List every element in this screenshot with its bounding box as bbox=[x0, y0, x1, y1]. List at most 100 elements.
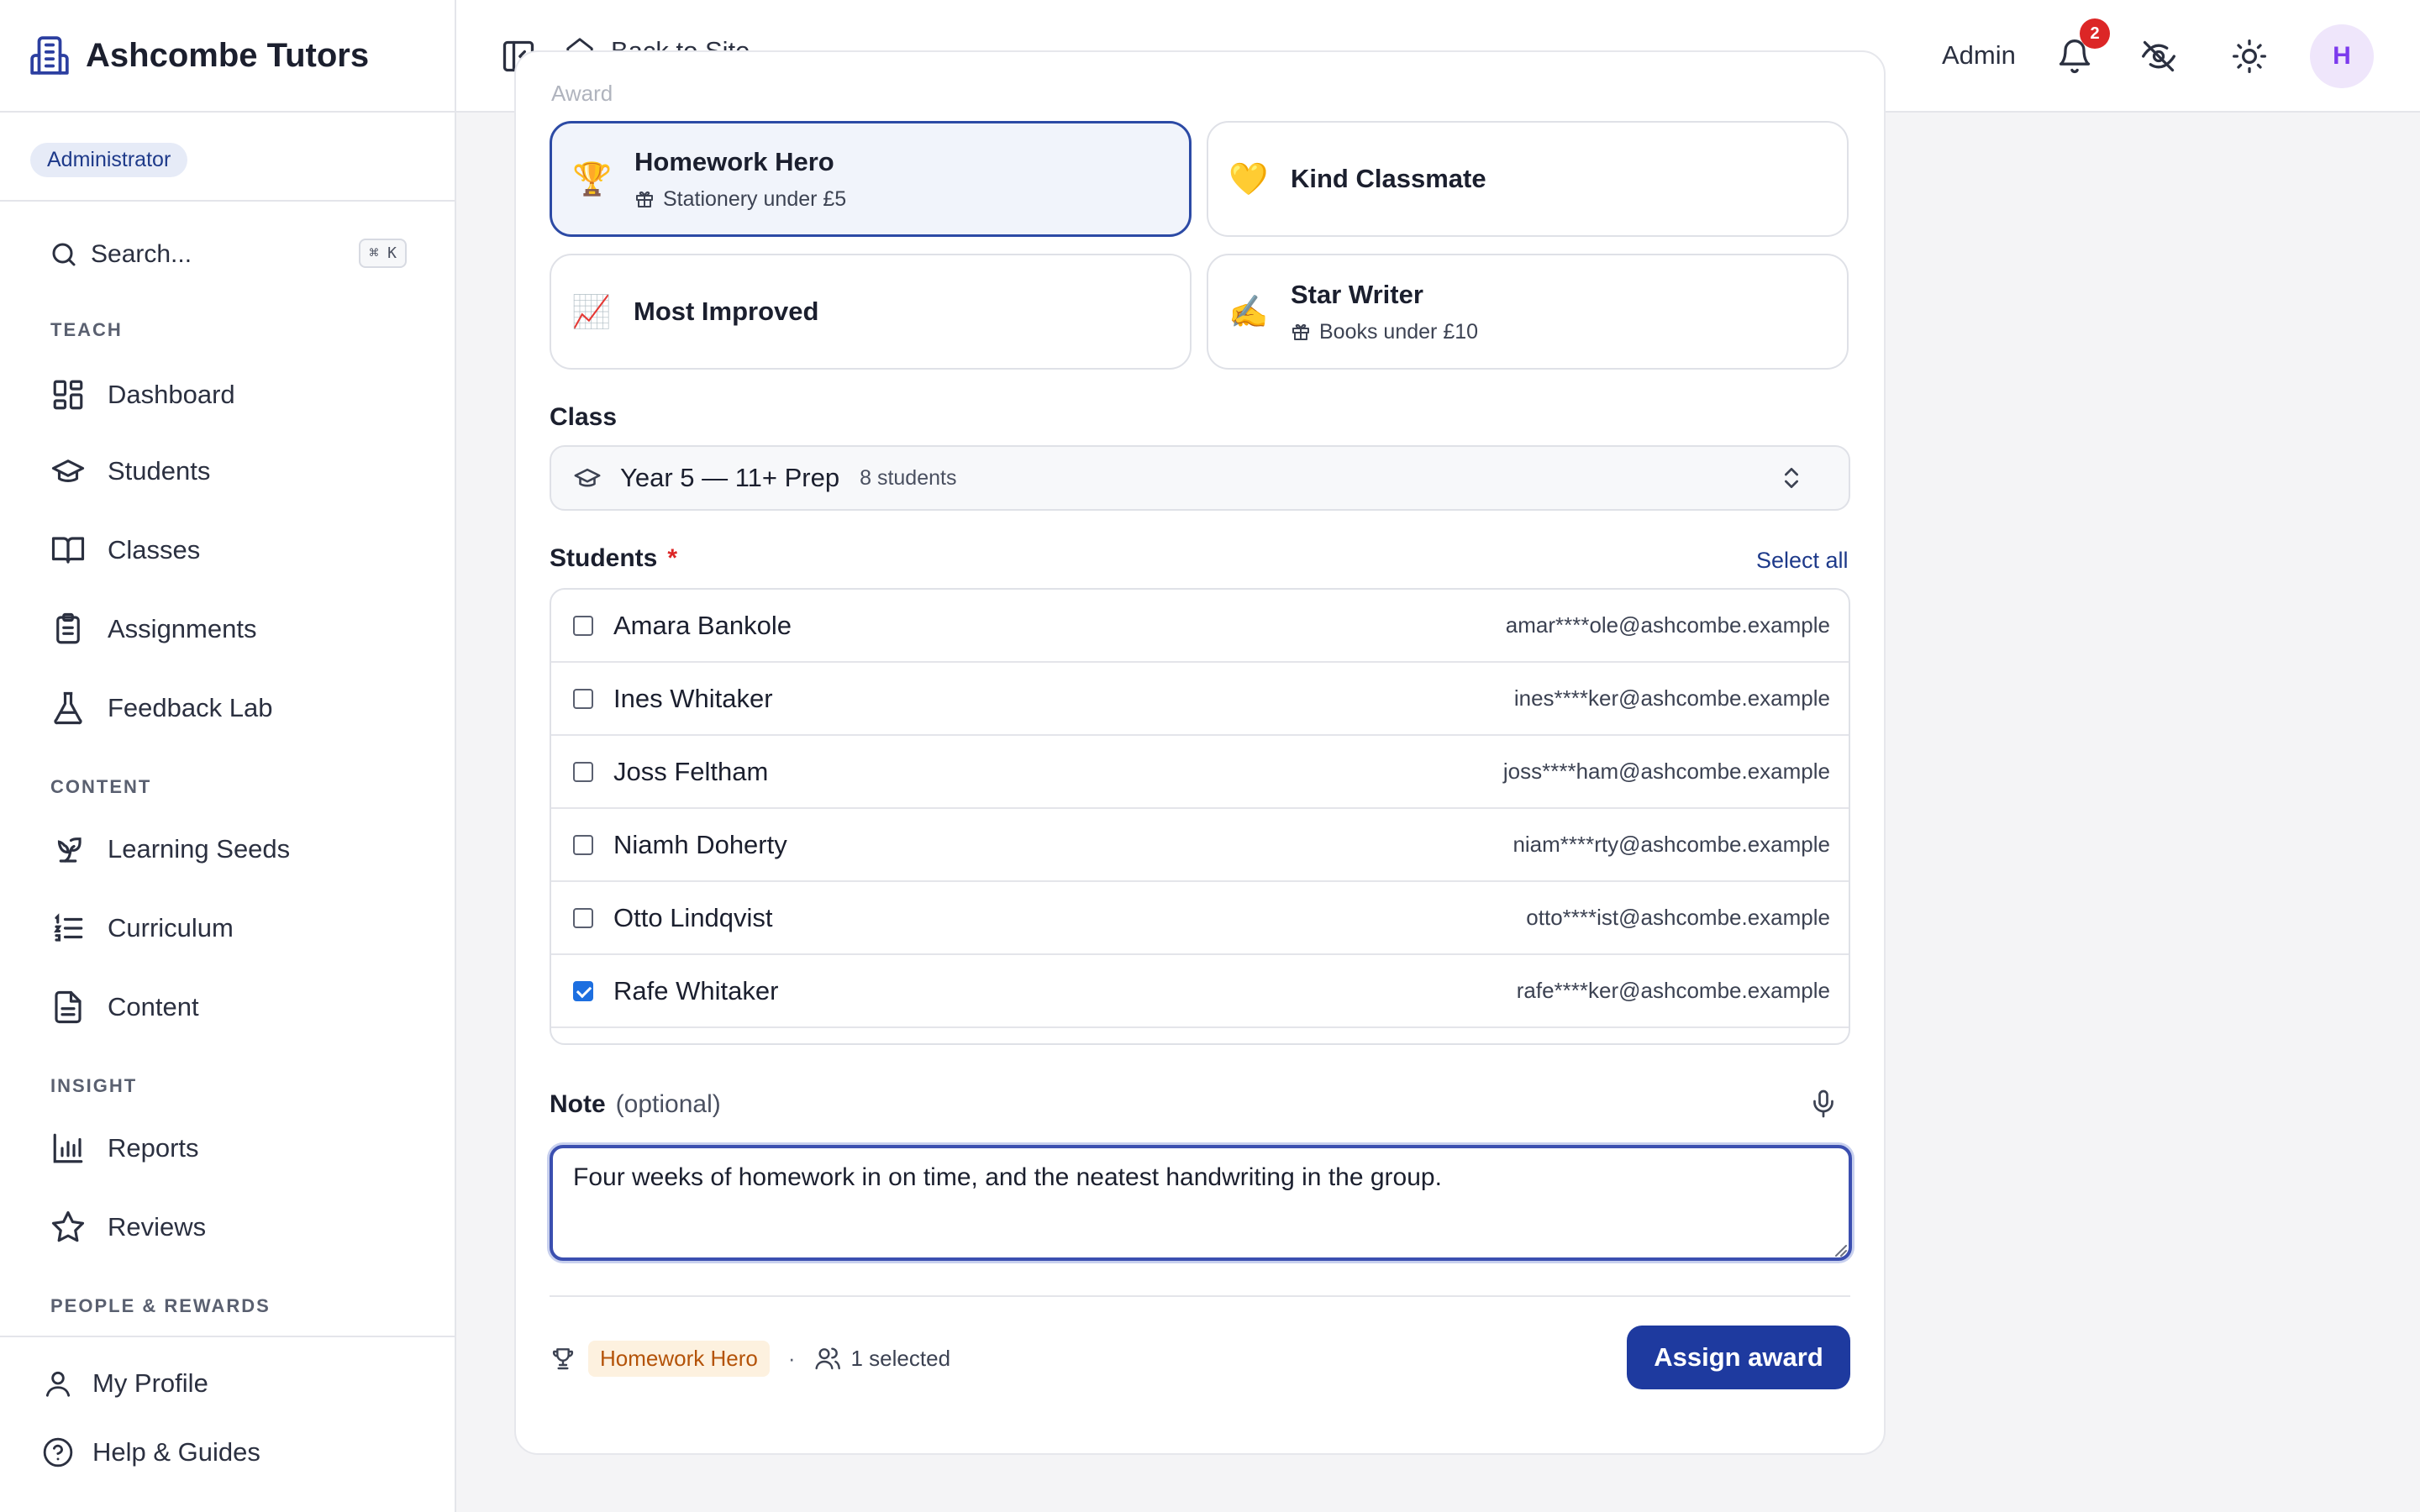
student-email: otto****ist@ashcombe.example bbox=[1526, 905, 1830, 930]
section-insight: INSIGHT bbox=[50, 1075, 138, 1096]
student-name: Niamh Doherty bbox=[613, 829, 787, 859]
book-open-icon bbox=[50, 533, 86, 568]
microphone-icon[interactable] bbox=[1808, 1089, 1839, 1119]
student-checkbox[interactable] bbox=[573, 761, 593, 782]
award-reward-label: Books under £10 bbox=[1319, 319, 1479, 344]
gift-icon bbox=[1291, 322, 1311, 342]
student-row[interactable]: Rafe Whitaker rafe****ker@ashcombe.examp… bbox=[551, 955, 1849, 1028]
sidebar-item-content[interactable]: Content bbox=[34, 975, 420, 1039]
student-name: Rafe Whitaker bbox=[613, 975, 779, 1005]
sidebar-item-my-profile[interactable]: My Profile bbox=[25, 1354, 429, 1413]
section-teach: TEACH bbox=[50, 319, 123, 340]
sidebar: Ashcombe Tutors Administrator Search... … bbox=[0, 0, 456, 1512]
students-label: Students * bbox=[550, 544, 677, 573]
award-name: Homework Hero bbox=[634, 146, 834, 176]
graduation-cap-icon bbox=[573, 464, 602, 492]
note-label: Note (optional) bbox=[550, 1090, 721, 1119]
student-email: rafe****ker@ashcombe.example bbox=[1516, 978, 1830, 1003]
brand[interactable]: Ashcombe Tutors bbox=[0, 0, 455, 113]
sidebar-item-classes[interactable]: Classes bbox=[34, 518, 420, 582]
student-checkbox[interactable] bbox=[573, 907, 593, 928]
sidebar-item-label: Content bbox=[108, 992, 199, 1021]
student-name: Amara Bankole bbox=[613, 610, 792, 640]
sidebar-item-label: Classes bbox=[108, 535, 201, 564]
resize-handle-icon[interactable] bbox=[1832, 1242, 1847, 1257]
graduation-cap-icon bbox=[50, 454, 86, 489]
student-checkbox[interactable] bbox=[573, 980, 593, 1001]
student-checkbox[interactable] bbox=[573, 615, 593, 636]
note-textarea[interactable]: Four weeks of homework in on time, and t… bbox=[550, 1145, 1852, 1261]
role-badge: Administrator bbox=[30, 143, 188, 177]
sidebar-item-curriculum[interactable]: Curriculum bbox=[34, 896, 420, 960]
clipboard-list-icon bbox=[50, 612, 86, 647]
award-name: Most Improved bbox=[634, 297, 819, 326]
sidebar-item-feedback-lab[interactable]: Feedback Lab bbox=[34, 676, 420, 740]
student-row[interactable]: Amara Bankole amar****ole@ashcombe.examp… bbox=[551, 590, 1849, 663]
student-checkbox[interactable] bbox=[573, 834, 593, 855]
selection-summary: Homework Hero · 1 selected bbox=[550, 1339, 950, 1378]
sidebar-item-dashboard[interactable]: Dashboard bbox=[34, 363, 420, 427]
class-student-count: 8 students bbox=[860, 465, 957, 490]
award-name: Star Writer bbox=[1291, 279, 1423, 309]
dashboard-icon bbox=[50, 377, 86, 412]
sidebar-item-label: Help & Guides bbox=[92, 1437, 260, 1467]
sidebar-item-help-guides[interactable]: Help & Guides bbox=[25, 1423, 429, 1482]
student-checkbox[interactable] bbox=[573, 688, 593, 709]
award-option-star-writer[interactable]: ✍️ Star Writer Books under £10 bbox=[1207, 254, 1849, 370]
search-button[interactable]: Search... ⌘ K bbox=[34, 228, 407, 281]
student-name: Joss Feltham bbox=[613, 756, 769, 786]
student-email: amar****ole@ashcombe.example bbox=[1505, 612, 1830, 638]
sidebar-item-students[interactable]: Students bbox=[34, 439, 420, 503]
sidebar-item-learning-seeds[interactable]: Learning Seeds bbox=[34, 817, 420, 881]
search-shortcut: ⌘ K bbox=[359, 239, 407, 268]
sidebar-item-label: Dashboard bbox=[108, 380, 235, 409]
class-select[interactable]: Year 5 — 11+ Prep 8 students bbox=[550, 445, 1850, 511]
sidebar-item-assignments[interactable]: Assignments bbox=[34, 597, 420, 661]
award-reward: Books under £10 bbox=[1291, 320, 1478, 344]
select-all-link[interactable]: Select all bbox=[1756, 548, 1849, 574]
class-label: Class bbox=[550, 403, 618, 431]
award-option-kind-classmate[interactable]: 💛 Kind Classmate bbox=[1207, 121, 1849, 237]
student-row[interactable]: Joss Feltham joss****ham@ashcombe.exampl… bbox=[551, 736, 1849, 809]
sidebar-item-label: Feedback Lab bbox=[108, 693, 273, 722]
sidebar-item-label: Reports bbox=[108, 1133, 199, 1163]
student-email: ines****ker@ashcombe.example bbox=[1513, 685, 1830, 711]
student-email: joss****ham@ashcombe.example bbox=[1502, 759, 1830, 784]
avatar[interactable]: H bbox=[2310, 24, 2374, 88]
help-circle-icon bbox=[42, 1436, 74, 1468]
sidebar-item-label: Reviews bbox=[108, 1212, 207, 1242]
sun-icon[interactable] bbox=[2231, 38, 2268, 75]
yellow-heart-icon: 💛 bbox=[1228, 160, 1269, 197]
eye-off-icon[interactable] bbox=[2140, 38, 2177, 75]
section-content: CONTENT bbox=[50, 776, 152, 797]
users-icon bbox=[814, 1345, 841, 1372]
sidebar-item-reports[interactable]: Reports bbox=[34, 1116, 420, 1180]
search-icon bbox=[49, 239, 79, 270]
role-section: Administrator bbox=[0, 113, 455, 202]
student-name: Ines Whitaker bbox=[613, 683, 773, 713]
sprout-icon bbox=[50, 832, 86, 867]
student-row[interactable]: Otto Lindqvist otto****ist@ashcombe.exam… bbox=[551, 882, 1849, 955]
required-mark: * bbox=[667, 544, 678, 572]
section-people-rewards: PEOPLE & REWARDS bbox=[50, 1295, 271, 1316]
student-row[interactable]: Niamh Doherty niam****rty@ashcombe.examp… bbox=[551, 809, 1849, 882]
assign-award-button[interactable]: Assign award bbox=[1627, 1326, 1850, 1389]
admin-label[interactable]: Admin bbox=[1942, 40, 2016, 71]
students-label-text: Students bbox=[550, 544, 658, 572]
user-icon bbox=[42, 1368, 74, 1399]
bar-chart-icon bbox=[50, 1131, 86, 1166]
selected-award-badge: Homework Hero bbox=[588, 1340, 770, 1377]
building-icon bbox=[29, 34, 71, 76]
note-label-text: Note bbox=[550, 1090, 606, 1118]
award-option-homework-hero[interactable]: 🏆 Homework Hero Stationery under £5 bbox=[550, 121, 1192, 237]
note-optional-hint: (optional) bbox=[615, 1090, 721, 1118]
writing-hand-icon: ✍️ bbox=[1228, 292, 1269, 330]
award-reward: Stationery under £5 bbox=[634, 187, 846, 212]
gift-icon bbox=[634, 189, 655, 209]
sidebar-item-reviews[interactable]: Reviews bbox=[34, 1195, 420, 1259]
award-option-most-improved[interactable]: 📈 Most Improved bbox=[550, 254, 1192, 370]
sidebar-item-label: Students bbox=[108, 456, 211, 486]
form-divider bbox=[550, 1295, 1850, 1297]
class-name: Year 5 — 11+ Prep bbox=[620, 463, 840, 492]
student-row[interactable]: Ines Whitaker ines****ker@ashcombe.examp… bbox=[551, 663, 1849, 736]
